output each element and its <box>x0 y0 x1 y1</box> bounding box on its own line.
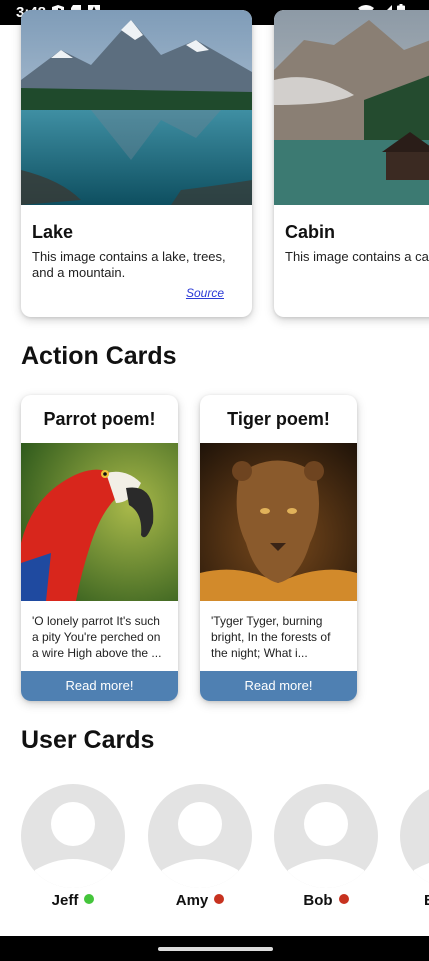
user-card-partial-wrapper: B <box>400 784 429 914</box>
action-card-text: 'Tyger Tyger, burning bright, In the for… <box>211 614 331 660</box>
read-more-button[interactable]: Read more! <box>200 671 357 701</box>
action-card-title: Tiger poem! <box>227 409 330 429</box>
person-icon <box>162 802 238 888</box>
avatar <box>148 784 252 888</box>
parrot-image <box>21 443 178 601</box>
lake-image <box>21 10 252 205</box>
user-card-jeff[interactable]: Jeff <box>21 784 125 909</box>
avatar <box>274 784 378 888</box>
card-description: This image contains a cab <box>285 249 429 264</box>
navigation-bar <box>0 936 429 961</box>
cabin-image <box>274 10 429 205</box>
user-card-amy[interactable]: Amy <box>148 784 252 909</box>
offline-status-dot <box>214 894 225 904</box>
user-card-bob[interactable]: Bob <box>274 784 378 909</box>
card-title: Lake <box>32 222 74 242</box>
lioness-image <box>200 443 357 601</box>
user-name: Jeff <box>51 892 79 909</box>
avatar <box>21 784 125 888</box>
action-card-parrot: Parrot poem! 'O lonely parrot It's such … <box>21 395 178 701</box>
action-card-tiger: Tiger poem! 'Tyger Tyger, burning bright… <box>200 395 357 701</box>
user-card-partial[interactable]: B <box>400 784 429 909</box>
home-gesture-handle[interactable] <box>158 947 273 951</box>
source-link[interactable]: Source <box>186 286 224 300</box>
image-card-lake: Lake This image contains a lake, trees, … <box>21 10 252 317</box>
person-icon <box>414 863 429 888</box>
user-name: Amy <box>175 892 209 909</box>
section-title-action-cards: Action Cards <box>21 342 177 370</box>
avatar <box>400 784 429 888</box>
action-card-text: 'O lonely parrot It's such a pity You're… <box>32 614 162 660</box>
online-status-dot <box>84 894 95 904</box>
action-card-title: Parrot poem! <box>43 409 156 429</box>
person-icon <box>288 802 364 888</box>
card-title: Cabin <box>285 222 336 242</box>
card-description: This image contains a lake, trees, and a… <box>32 249 226 280</box>
user-name: B <box>424 892 429 909</box>
user-name: Bob <box>303 892 333 909</box>
offline-status-dot <box>338 894 349 904</box>
read-more-button[interactable]: Read more! <box>21 671 178 701</box>
image-card-cabin: Cabin This image contains a cab <box>274 10 429 317</box>
person-icon <box>35 802 111 888</box>
section-title-user-cards: User Cards <box>21 726 155 754</box>
